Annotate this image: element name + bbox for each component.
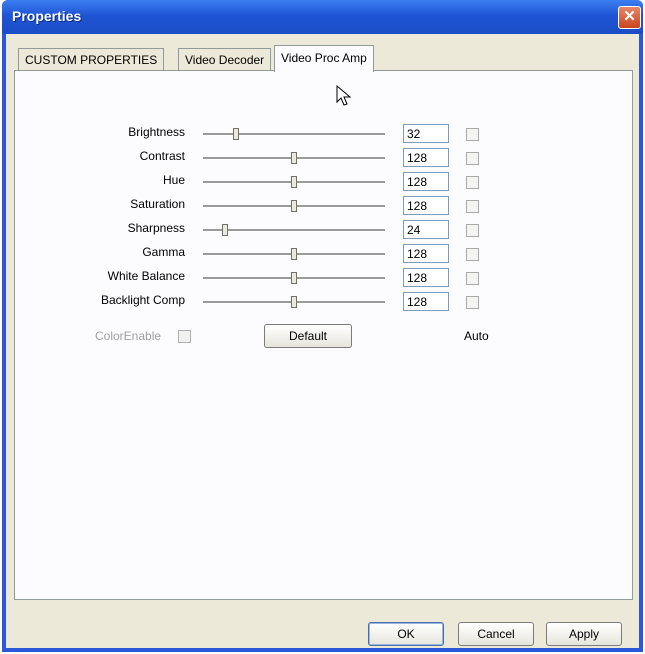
properties-window: Properties ✕ CUSTOM PROPERTIES Video Dec… <box>2 0 643 652</box>
brightness-slider-thumb[interactable] <box>233 128 239 140</box>
mouse-pointer-icon <box>336 85 352 106</box>
window-title: Properties <box>12 8 82 24</box>
saturation-label: Saturation <box>130 197 185 211</box>
saturation-auto-checkbox[interactable] <box>466 200 479 213</box>
hue-value-field[interactable]: 128 <box>403 172 449 191</box>
color-enable-checkbox <box>178 330 191 343</box>
sharpness-slider-thumb[interactable] <box>222 224 228 236</box>
default-button[interactable]: Default <box>264 324 352 348</box>
apply-button[interactable]: Apply <box>546 622 622 646</box>
ok-button[interactable]: OK <box>368 622 444 646</box>
auto-column-label: Auto <box>464 329 489 343</box>
hue-auto-checkbox[interactable] <box>466 176 479 189</box>
backlight-comp-label: Backlight Comp <box>100 293 185 307</box>
title-bar[interactable]: Properties ✕ <box>2 0 643 34</box>
hue-slider-thumb[interactable] <box>291 176 297 188</box>
brightness-auto-checkbox[interactable] <box>466 128 479 141</box>
white-balance-auto-checkbox[interactable] <box>466 272 479 285</box>
hue-label: Hue <box>162 173 185 187</box>
close-icon: ✕ <box>623 8 636 25</box>
gamma-slider-thumb[interactable] <box>291 248 297 260</box>
tab-video-proc-amp[interactable]: Video Proc Amp <box>274 45 374 72</box>
sharpness-slider[interactable] <box>203 229 385 232</box>
cancel-button[interactable]: Cancel <box>458 622 534 646</box>
dialog-client-area: CUSTOM PROPERTIES Video Decoder Video Pr… <box>6 34 639 648</box>
contrast-slider-thumb[interactable] <box>291 152 297 164</box>
sharpness-value-field[interactable]: 24 <box>403 220 449 239</box>
video-proc-amp-panel: ColorEnable Default Auto Brightness 32 Con… <box>14 70 633 600</box>
backlight-comp-value-field[interactable]: 128 <box>403 292 449 311</box>
sharpness-label: Sharpness <box>127 221 185 235</box>
close-button[interactable]: ✕ <box>618 6 641 29</box>
brightness-slider[interactable] <box>203 133 385 136</box>
contrast-auto-checkbox[interactable] <box>466 152 479 165</box>
gamma-value-field[interactable]: 128 <box>403 244 449 263</box>
sharpness-auto-checkbox[interactable] <box>466 224 479 237</box>
contrast-label: Contrast <box>139 149 185 163</box>
white-balance-value-field[interactable]: 128 <box>403 268 449 287</box>
color-enable-label: ColorEnable <box>95 329 162 343</box>
saturation-value-field[interactable]: 128 <box>403 196 449 215</box>
backlight-comp-auto-checkbox[interactable] <box>466 296 479 309</box>
backlight-comp-slider-thumb[interactable] <box>291 296 297 308</box>
brightness-value-field[interactable]: 32 <box>403 124 449 143</box>
gamma-label: Gamma <box>142 245 185 259</box>
contrast-value-field[interactable]: 128 <box>403 148 449 167</box>
saturation-slider-thumb[interactable] <box>291 200 297 212</box>
tab-custom-properties[interactable]: CUSTOM PROPERTIES <box>18 48 165 71</box>
white-balance-label: White Balance <box>107 269 185 283</box>
tab-video-decoder[interactable]: Video Decoder <box>178 48 272 71</box>
gamma-auto-checkbox[interactable] <box>466 248 479 261</box>
white-balance-slider-thumb[interactable] <box>291 272 297 284</box>
brightness-label: Brightness <box>128 125 185 139</box>
